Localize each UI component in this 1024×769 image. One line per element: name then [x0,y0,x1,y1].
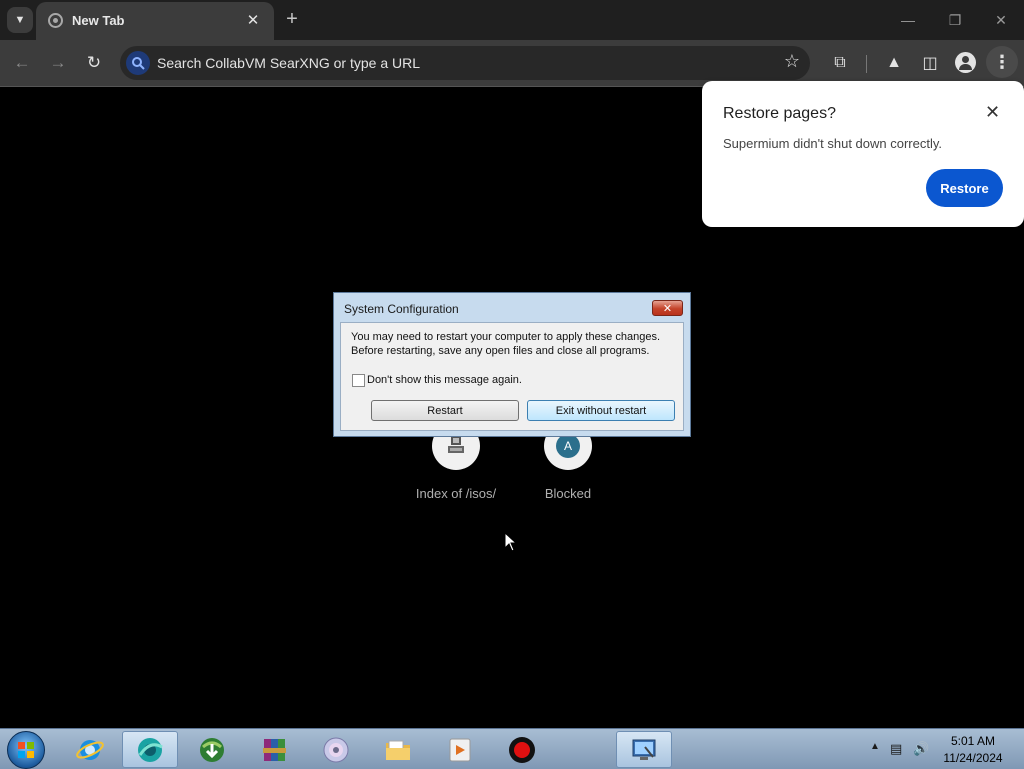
arrow-right-icon: → [49,53,67,72]
start-button[interactable] [7,731,45,769]
tab-title: New Tab [72,13,125,28]
dont-show-again-label[interactable]: Don't show this message again. [367,374,522,386]
record-icon [509,736,535,763]
tab-search-button[interactable]: ▼ [7,7,33,33]
chevron-down-icon: ▼ [14,14,26,26]
profile-avatar-icon[interactable] [955,52,976,73]
restore-window-button[interactable]: ❐ [940,8,970,32]
system-configuration-icon [632,739,656,760]
close-window-button[interactable]: ✕ [986,8,1016,32]
restore-popup-title: Restore pages? [723,105,836,122]
restore-pages-popup: Restore pages? Supermium didn't shut dow… [702,81,1024,227]
media-player-icon [449,738,471,761]
puzzle-icon: ⧉ [834,54,846,71]
windows-logo-icon [18,742,34,758]
internet-explorer-icon [76,739,104,760]
plus-icon: + [286,7,298,30]
clock-date[interactable]: 11/24/2024 [930,751,1016,765]
more-vert-icon: ⋮ [993,51,1011,72]
show-hidden-icons-icon[interactable]: ▲ [870,741,880,752]
address-bar-placeholder: Search CollabVM SearXNG or type a URL [157,55,420,71]
taskbar-download-manager[interactable] [184,731,240,768]
taskbar-internet-explorer[interactable] [62,731,118,768]
address-bar[interactable]: Search CollabVM SearXNG or type a URL ☆ [120,46,810,80]
file-explorer-icon [386,740,410,760]
dialog-title: System Configuration [344,302,459,316]
letter-a-icon: A [556,434,580,458]
reload-icon: ↻ [86,53,102,72]
taskbar-system-configuration[interactable] [616,731,672,768]
minimize-button[interactable]: — [893,8,923,32]
forward-button[interactable]: → [45,50,71,76]
volume-icon[interactable]: 🔊 [913,741,929,757]
mouse-cursor-icon [504,532,518,552]
restore-popup-message: Supermium didn't shut down correctly. [723,136,943,151]
close-icon: ✕ [662,302,673,315]
computer-icon [448,436,464,453]
tab-new-tab[interactable]: New Tab ✕ [36,2,274,40]
supermium-browser-icon [138,737,163,762]
dialog-message-line2: Before restarting, save any open files a… [351,345,650,357]
new-tab-button[interactable]: + [280,7,304,31]
download-manager-icon [200,737,224,762]
dialog-body: You may need to restart your computer to… [340,322,684,431]
restart-button[interactable]: Restart [371,400,519,421]
restore-button[interactable]: Restore [926,169,1003,207]
shortcut-label: Index of /isos/ [415,486,497,501]
flask-icon: ▲ [886,54,902,71]
close-icon[interactable]: ✕ [985,102,1000,123]
exit-without-restart-button[interactable]: Exit without restart [527,400,675,421]
side-panel-button[interactable]: ◫ [918,51,942,75]
extensions-button[interactable]: ⧉ [828,51,852,75]
browser-toolbar: ← → ↻ Search CollabVM SearXNG or type a … [0,40,1024,87]
taskbar-winrar[interactable] [246,731,302,768]
clock-time[interactable]: 5:01 AM [930,734,1016,748]
system-configuration-dialog: System Configuration ✕ You may need to r… [333,292,691,437]
dont-show-again-checkbox[interactable] [352,374,365,387]
winrar-icon [263,738,286,761]
minimize-icon: — [901,12,915,28]
globe-icon [48,13,63,28]
restore-window-icon: ❐ [948,11,962,28]
close-icon: ✕ [995,11,1007,28]
taskbar-media-player[interactable] [432,731,488,768]
taskbar-recorder[interactable] [494,731,550,768]
taskbar-file-explorer[interactable] [370,731,426,768]
tab-strip: ▼ New Tab ✕ + — ❐ ✕ [0,0,1024,40]
taskbar: ▲ ▤ 🔊 5:01 AM 11/24/2024 [0,728,1024,769]
taskbar-supermium-browser[interactable] [122,731,178,768]
labs-button[interactable]: ▲ [882,51,906,75]
toolbar-divider [866,55,867,73]
browser-menu-button[interactable]: ⋮ [986,46,1018,78]
dialog-close-button[interactable]: ✕ [652,300,683,316]
search-engine-icon [126,51,150,75]
side-panel-icon: ◫ [922,55,938,72]
dialog-message-line1: You may need to restart your computer to… [351,331,660,343]
bookmark-star-icon[interactable]: ☆ [784,51,800,72]
back-button[interactable]: ← [9,50,35,76]
tab-close-icon[interactable]: ✕ [242,9,264,31]
taskbar-disc-app[interactable] [308,731,364,768]
reload-button[interactable]: ↻ [81,50,107,76]
arrow-left-icon: ← [13,53,31,72]
network-icon[interactable]: ▤ [890,741,902,757]
disc-icon [323,737,349,762]
shortcut-label: Blocked [544,486,592,501]
